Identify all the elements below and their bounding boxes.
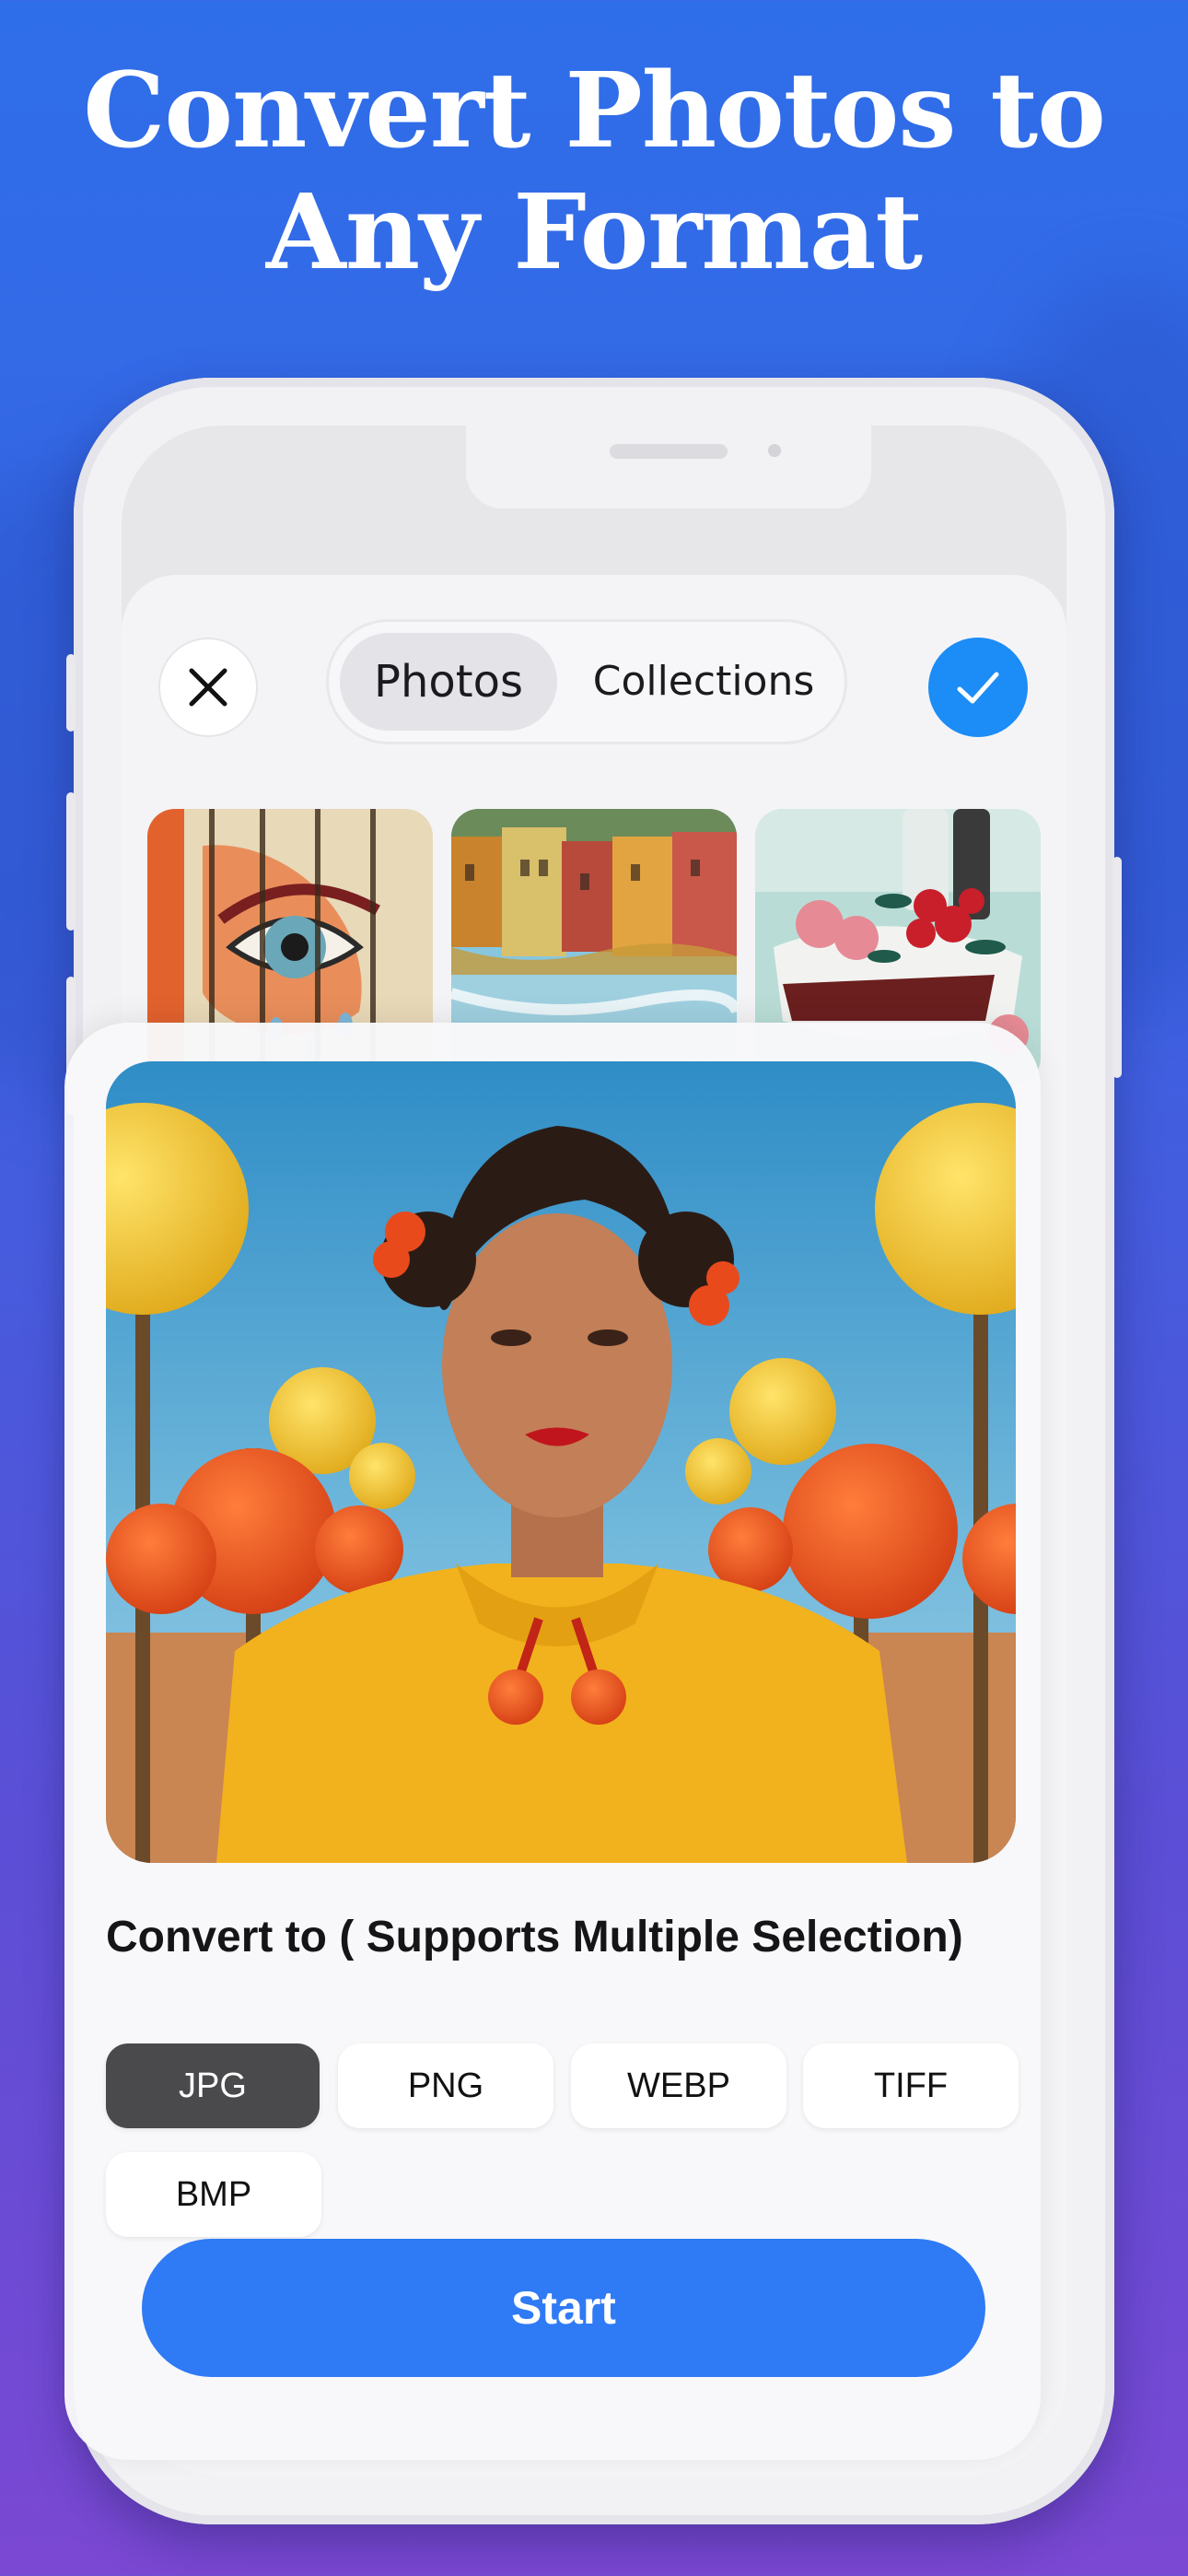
tab-photos[interactable]: Photos xyxy=(340,633,557,731)
start-button[interactable]: Start xyxy=(142,2239,985,2377)
confirm-button[interactable] xyxy=(928,638,1028,737)
format-chip-bmp[interactable]: BMP xyxy=(106,2152,321,2237)
speaker-grille xyxy=(610,444,728,459)
woman-in-yellow-with-balloons-image xyxy=(106,1061,1016,1863)
close-icon xyxy=(189,668,227,707)
headline-line-1: Convert Photos to xyxy=(83,51,1106,171)
close-button[interactable] xyxy=(158,638,258,737)
segmented-control: Photos Collections xyxy=(326,619,847,744)
front-camera xyxy=(768,444,781,457)
phone-frame: Photos Collections Convert to (Supports… xyxy=(64,378,1122,2524)
format-chip-jpg[interactable]: JPG xyxy=(106,2043,320,2128)
format-chip-tiff[interactable]: TIFF xyxy=(803,2043,1019,2128)
phone-notch xyxy=(466,426,871,509)
format-chip-png[interactable]: PNG xyxy=(338,2043,553,2128)
format-chip-webp[interactable]: WEBP xyxy=(571,2043,786,2128)
headline: Convert Photos to Any Format xyxy=(0,51,1188,294)
convert-card: Convert to ( Supports Multiple Selection… xyxy=(64,1023,1041,2460)
checkmark-icon xyxy=(957,672,999,704)
phone-side-button xyxy=(1112,857,1122,1078)
tab-collections[interactable]: Collections xyxy=(570,633,837,731)
phone-side-button xyxy=(66,792,76,931)
phone-side-button xyxy=(66,654,76,732)
preview-image xyxy=(106,1061,1016,1863)
convert-to-label: Convert to ( Supports Multiple Selection… xyxy=(106,1913,963,1961)
headline-line-2: Any Format xyxy=(265,172,923,293)
